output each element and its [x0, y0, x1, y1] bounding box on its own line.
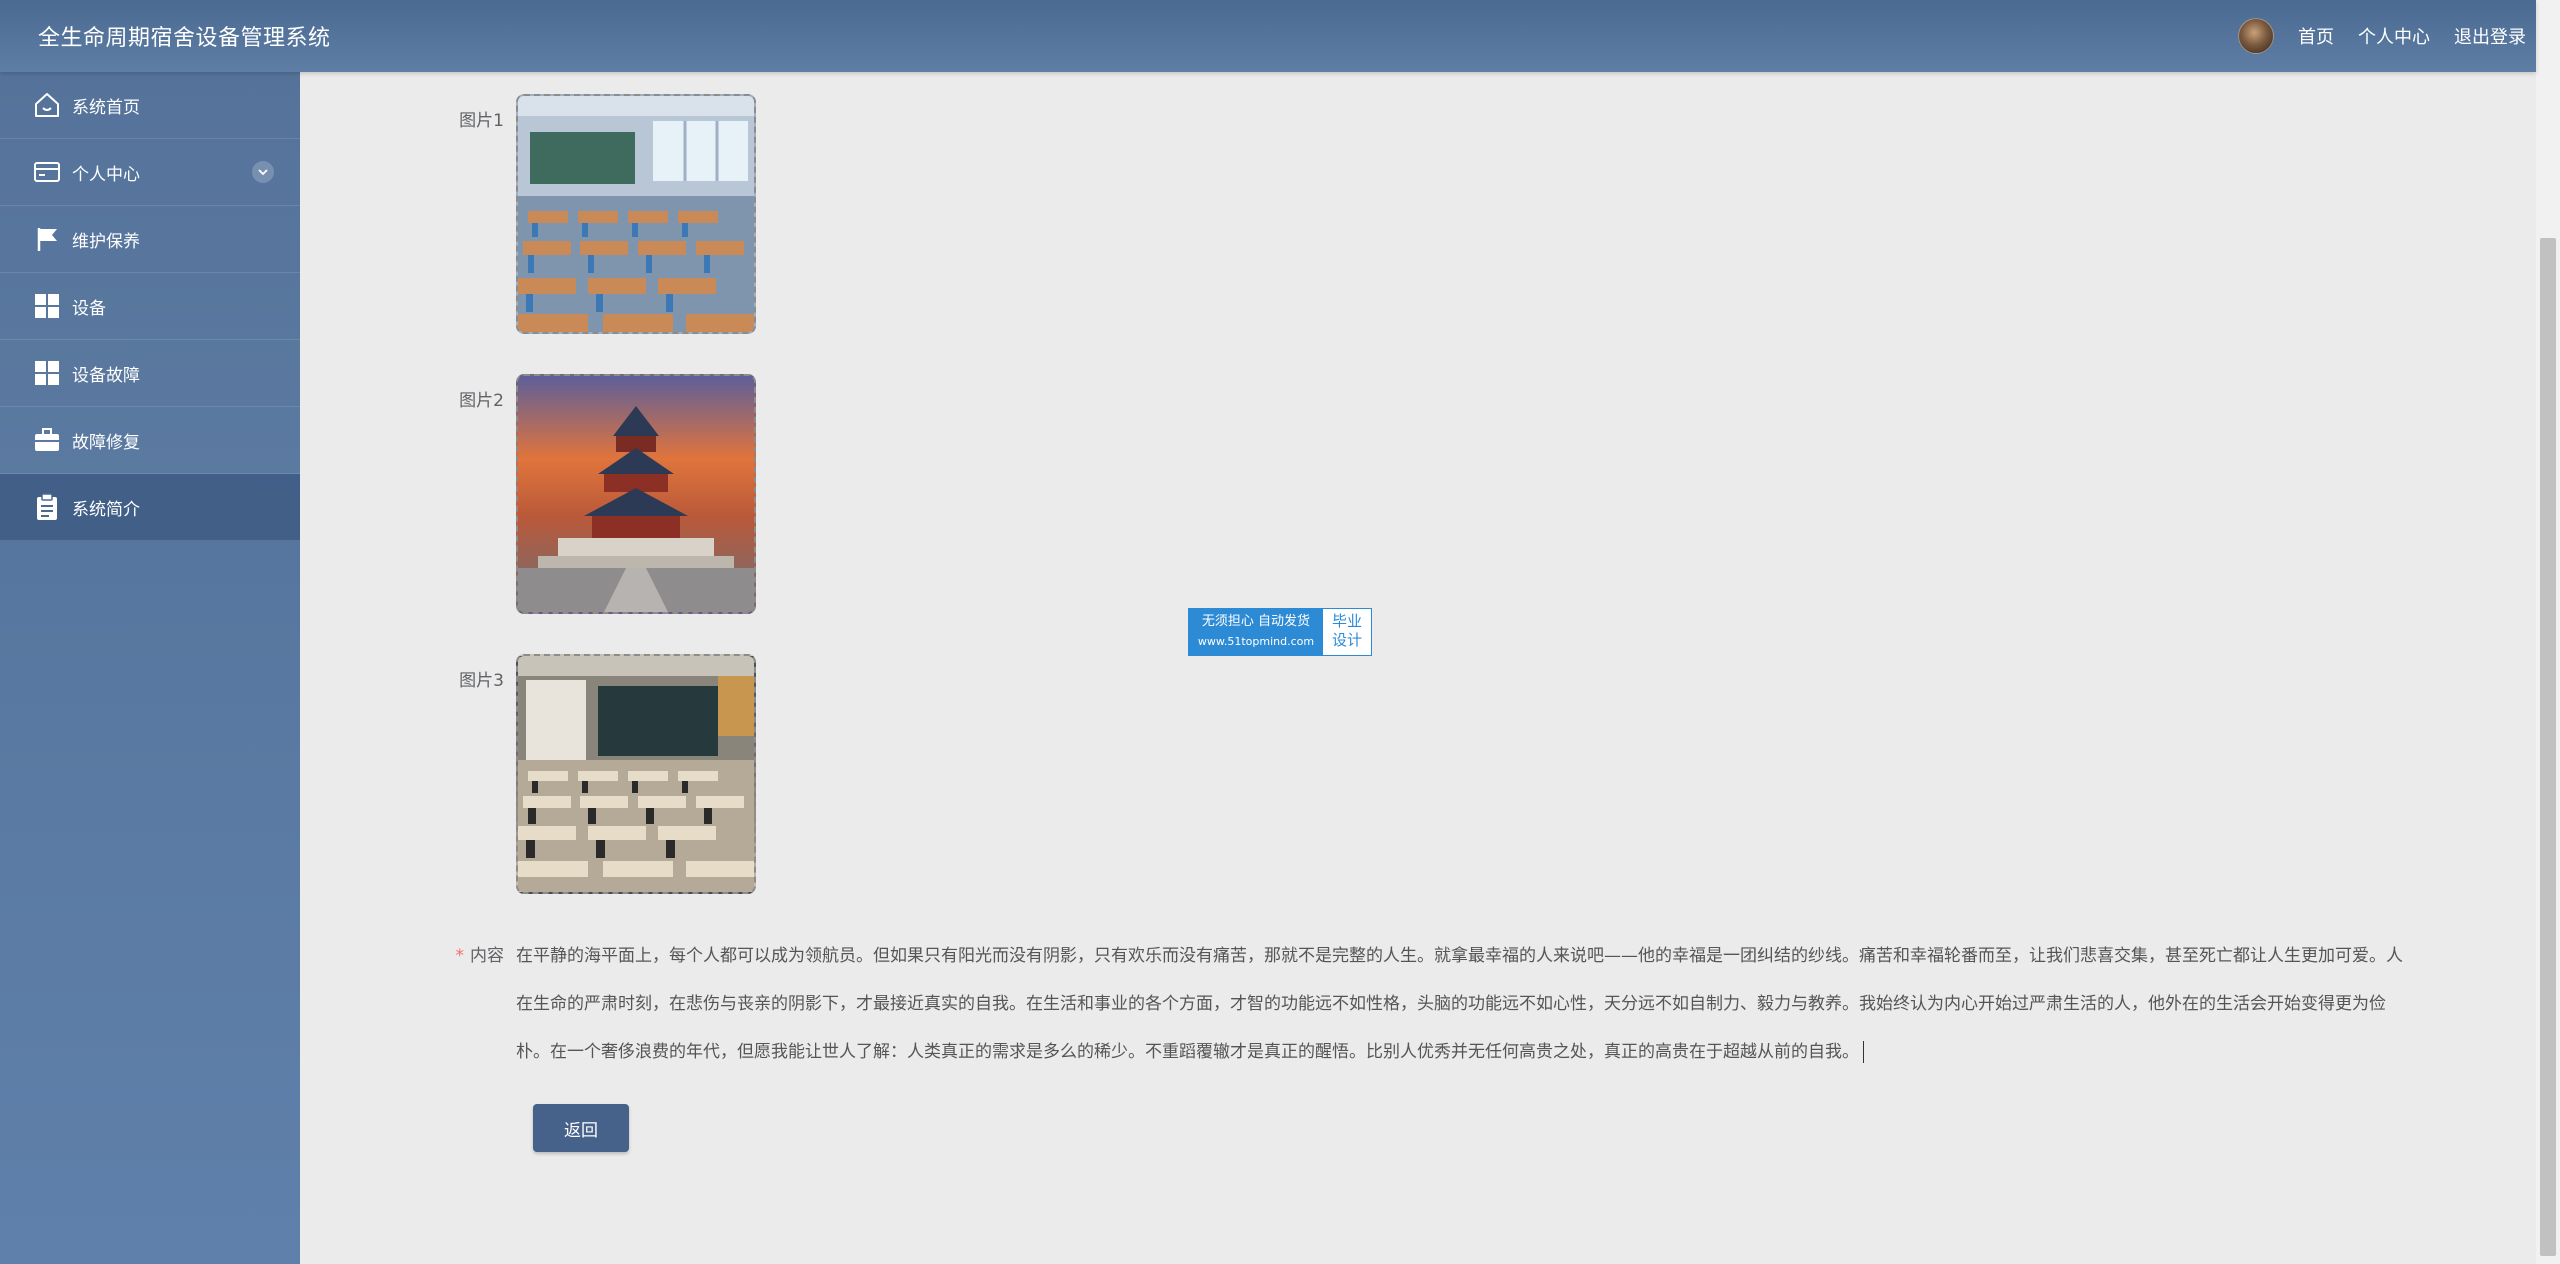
watermark-badge: 无须担心 自动发货 www.51topmind.com 毕业 设计 — [1188, 608, 1372, 656]
sidebar-item-label: 个人中心 — [72, 164, 140, 185]
watermark-right-line2: 设计 — [1331, 631, 1362, 649]
back-button[interactable]: 返回 — [533, 1104, 629, 1152]
content-label: 内容 — [470, 946, 504, 966]
content-text: 在平静的海平面上，每个人都可以成为领航员。但如果只有阳光而没有阴影，只有欢乐而没… — [516, 946, 2403, 1062]
form-row-pic2: 图片2 — [300, 374, 756, 614]
app-title: 全生命周期宿舍设备管理系统 — [38, 26, 331, 51]
sidebar: 系统首页 个人中心 维护保养 设备 设备故障 故障修复 系统简介 — [0, 72, 300, 1264]
content-textarea[interactable]: 在平静的海平面上，每个人都可以成为领航员。但如果只有阳光而没有阴影，只有欢乐而没… — [516, 932, 2416, 1076]
chevron-down-icon[interactable] — [252, 161, 274, 183]
watermark-line2: www.51topmind.com — [1197, 635, 1315, 648]
sidebar-item-profile[interactable]: 个人中心 — [0, 139, 300, 206]
pic3-image[interactable] — [516, 654, 756, 894]
sidebar-item-label: 设备 — [72, 298, 106, 319]
required-mark: * — [455, 946, 465, 966]
pic1-image[interactable] — [516, 94, 756, 334]
grid-icon — [30, 356, 64, 390]
text-cursor — [1863, 1041, 1864, 1063]
pic2-label: 图片2 — [459, 391, 504, 411]
flag-icon — [30, 222, 64, 256]
page-scrollbar[interactable] — [2536, 0, 2560, 1264]
nav-home-link[interactable]: 首页 — [2298, 23, 2334, 49]
form-row-pic3: 图片3 — [300, 654, 756, 894]
clipboard-icon — [30, 490, 64, 524]
watermark-left: 无须担心 自动发货 www.51topmind.com — [1189, 609, 1323, 655]
sidebar-item-label: 故障修复 — [72, 432, 140, 453]
sidebar-item-fault-repair[interactable]: 故障修复 — [0, 407, 300, 474]
sidebar-item-home[interactable]: 系统首页 — [0, 72, 300, 139]
sidebar-item-device-fault[interactable]: 设备故障 — [0, 340, 300, 407]
pic1-label: 图片1 — [459, 111, 504, 131]
form-row-pic1: 图片1 — [300, 94, 756, 334]
scrollbar-thumb[interactable] — [2540, 238, 2556, 1256]
content-label-wrap: * 内容 — [300, 932, 516, 1076]
watermark-right-line1: 毕业 — [1331, 612, 1362, 630]
pic3-label: 图片3 — [459, 671, 504, 691]
avatar[interactable] — [2238, 18, 2274, 54]
sidebar-item-label: 系统首页 — [72, 97, 140, 118]
grid-icon — [30, 289, 64, 323]
watermark-line1: 无须担心 自动发货 — [1201, 614, 1311, 629]
sidebar-item-label: 维护保养 — [72, 231, 140, 252]
form-row-content: * 内容 在平静的海平面上，每个人都可以成为领航员。但如果只有阳光而没有阴影，只有… — [300, 932, 2416, 1076]
card-icon — [30, 155, 64, 189]
pic2-image[interactable] — [516, 374, 756, 614]
sidebar-item-label: 设备故障 — [72, 365, 140, 386]
header-nav: 首页 个人中心 退出登录 — [2238, 18, 2526, 54]
briefcase-icon — [30, 423, 64, 457]
sidebar-item-label: 系统简介 — [72, 499, 140, 520]
top-header: 全生命周期宿舍设备管理系统 首页 个人中心 退出登录 — [0, 0, 2536, 72]
sidebar-item-about[interactable]: 系统简介 — [0, 474, 300, 541]
sidebar-item-device[interactable]: 设备 — [0, 273, 300, 340]
sidebar-item-maintenance[interactable]: 维护保养 — [0, 206, 300, 273]
nav-profile-link[interactable]: 个人中心 — [2358, 23, 2430, 49]
detail-form: 图片1 图片2 图片3 * 内容 在平静的海平面上，每个人都可以成为领航员。但如… — [300, 72, 2536, 1264]
nav-logout-link[interactable]: 退出登录 — [2454, 23, 2526, 49]
home-icon — [30, 88, 64, 122]
watermark-right: 毕业 设计 — [1323, 609, 1371, 655]
